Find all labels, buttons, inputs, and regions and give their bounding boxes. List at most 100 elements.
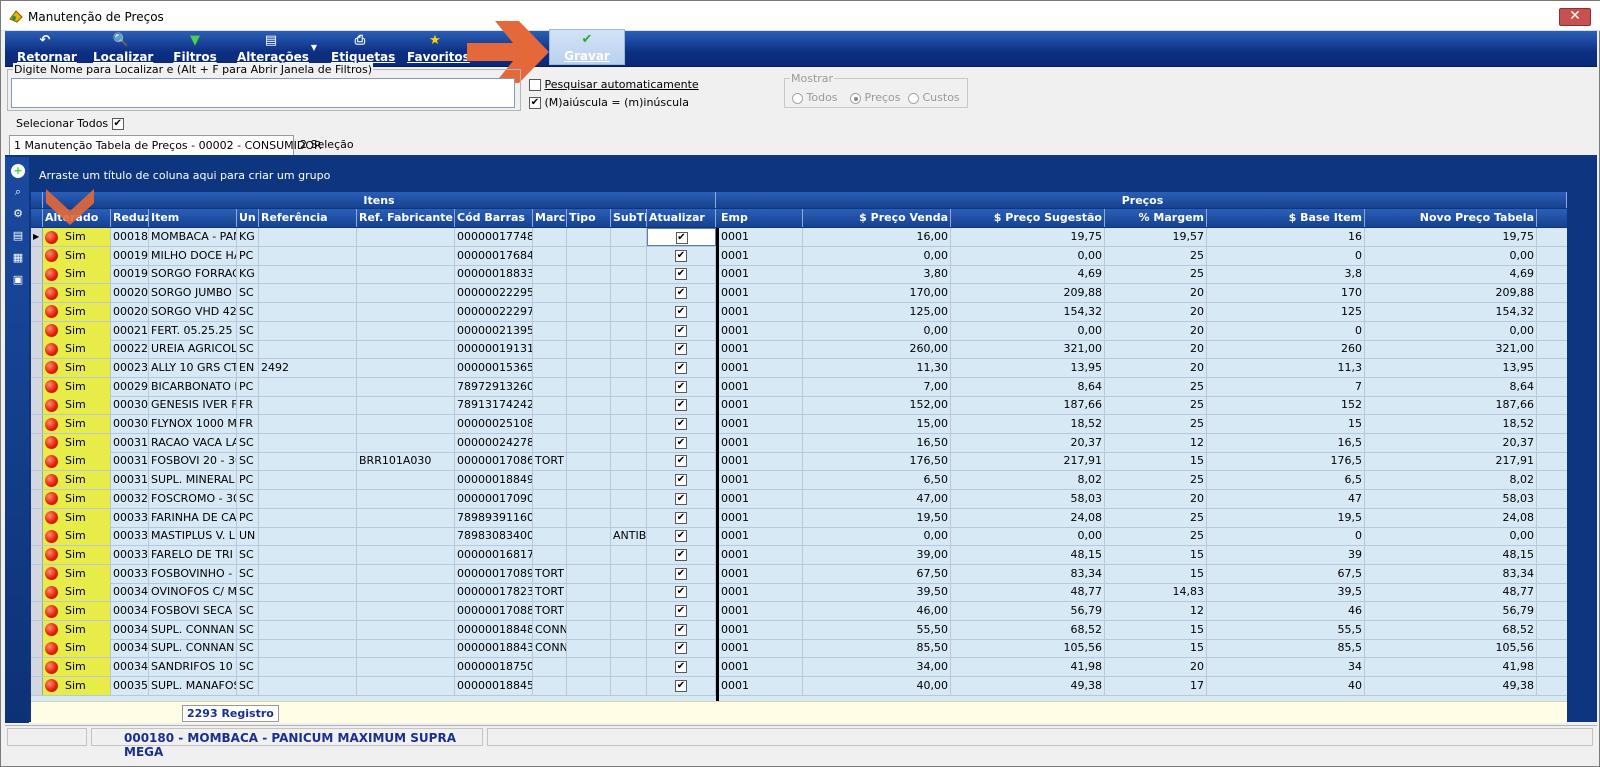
table-row[interactable]: Sim000324FOSCROMO - 30SC0000001709000014…: [31, 489, 1567, 509]
group-panel[interactable]: Arraste um título de coluna aqui para cr…: [31, 158, 1597, 191]
table-row[interactable]: Sim000312RACAO VACA LASC0000002427800011…: [31, 433, 1567, 453]
atualizar-checkbox[interactable]: ✔: [675, 324, 687, 337]
cell-preco-sugestao[interactable]: 58,03: [951, 489, 1105, 508]
cell-base-item[interactable]: 16: [1207, 228, 1365, 246]
cell-atualizar[interactable]: ✔: [647, 583, 716, 602]
cell-reduz[interactable]: 000211: [111, 321, 149, 340]
cell-tipo[interactable]: [567, 471, 611, 490]
cell-un[interactable]: PC: [237, 246, 259, 265]
cell-preco-venda[interactable]: 15,00: [803, 415, 951, 433]
cell-item[interactable]: RACAO VACA LA: [149, 433, 237, 452]
cell-subtipo[interactable]: [611, 265, 647, 284]
col-preco-sugestao[interactable]: $ Preço Sugestão: [951, 209, 1105, 227]
cell-preco-sugestao[interactable]: 24,08: [951, 508, 1105, 527]
cell-marca[interactable]: [533, 284, 567, 303]
cell-novo-preco[interactable]: 19,75: [1365, 228, 1537, 246]
cell-marca[interactable]: [533, 396, 567, 415]
cell-atualizar[interactable]: ✔: [647, 658, 716, 677]
cell-preco-venda[interactable]: 125,00: [803, 302, 951, 321]
cell-emp[interactable]: 0001: [719, 284, 803, 303]
close-button[interactable]: ✕: [1559, 8, 1591, 26]
cell-ref-fabricante[interactable]: [357, 321, 455, 340]
cell-item[interactable]: FOSCROMO - 30: [149, 489, 237, 508]
cell-cod-barras[interactable]: 00000017086: [455, 452, 533, 471]
cell-un[interactable]: SC: [237, 639, 259, 658]
cell-preco-sugestao[interactable]: 56,79: [951, 602, 1105, 620]
cell-preco-sugestao[interactable]: 18,52: [951, 415, 1105, 433]
cell-margem[interactable]: 15: [1105, 564, 1207, 583]
row-indicator[interactable]: [31, 265, 43, 284]
cell-alterado[interactable]: Sim: [43, 564, 111, 583]
table-row[interactable]: Sim 000340OVINOFOS C/ MISC 00000017823TORT…: [31, 583, 1567, 603]
cell-marca[interactable]: TORT: [533, 564, 567, 583]
table-row[interactable]: Sim000201SORGO VHD 422SC0000002229700011…: [31, 302, 1567, 322]
cell-base-item[interactable]: 0: [1207, 527, 1365, 546]
atualizar-checkbox[interactable]: ✔: [675, 511, 687, 524]
cell-cod-barras[interactable]: 00000018843: [455, 639, 533, 658]
atualizar-checkbox[interactable]: ✔: [675, 586, 687, 599]
cell-reduz[interactable]: 000227: [111, 340, 149, 359]
cell-ref-fabricante[interactable]: [357, 396, 455, 415]
cell-preco-venda[interactable]: 67,50: [803, 564, 951, 583]
cell-referencia[interactable]: [259, 433, 357, 452]
cell-margem[interactable]: 25: [1105, 246, 1207, 265]
cell-margem[interactable]: 25: [1105, 377, 1207, 396]
cell-tipo[interactable]: [567, 489, 611, 508]
cell-margem[interactable]: 17: [1105, 676, 1207, 695]
cell-item[interactable]: SANDRIFOS 10 K: [149, 658, 237, 677]
cell-margem[interactable]: 20: [1105, 302, 1207, 321]
cell-margem[interactable]: 20: [1105, 358, 1207, 377]
case-option[interactable]: ✔ (M)aiúscula = (m)inúscula: [529, 96, 689, 109]
cell-tipo[interactable]: [567, 265, 611, 284]
atualizar-checkbox[interactable]: ✔: [675, 361, 687, 374]
filtros-button[interactable]: ▼ Filtros: [173, 31, 217, 67]
cell-emp[interactable]: 0001: [719, 246, 803, 265]
cell-un[interactable]: FR: [237, 396, 259, 415]
cell-cod-barras[interactable]: 78972913260: [455, 377, 533, 396]
cell-referencia[interactable]: [259, 284, 357, 303]
cell-preco-sugestao[interactable]: 13,95: [951, 358, 1105, 377]
cell-alterado[interactable]: Sim: [43, 302, 111, 321]
cell-alterado[interactable]: Sim: [43, 415, 111, 433]
cell-preco-sugestao[interactable]: 187,66: [951, 396, 1105, 415]
cell-emp[interactable]: 0001: [719, 489, 803, 508]
cell-ref-fabricante[interactable]: [357, 564, 455, 583]
tab-selecao[interactable]: 2 Seleção: [296, 135, 358, 155]
row-indicator[interactable]: [31, 471, 43, 490]
gear-icon[interactable]: ⚙: [11, 207, 25, 221]
gravar-button[interactable]: ✔ Gravar: [549, 29, 625, 65]
cell-marca[interactable]: [533, 676, 567, 695]
cell-atualizar[interactable]: ✔: [647, 489, 716, 508]
cell-novo-preco[interactable]: 105,56: [1365, 639, 1537, 658]
cell-margem[interactable]: 19,57: [1105, 228, 1207, 246]
cell-marca[interactable]: [533, 340, 567, 359]
cell-preco-venda[interactable]: 7,00: [803, 377, 951, 396]
cell-preco-venda[interactable]: 0,00: [803, 246, 951, 265]
cell-item[interactable]: MOMBACA - PAN: [149, 228, 237, 246]
cell-referencia[interactable]: [259, 246, 357, 265]
cell-ref-fabricante[interactable]: [357, 471, 455, 490]
cell-preco-sugestao[interactable]: 217,91: [951, 452, 1105, 471]
cell-emp[interactable]: 0001: [719, 358, 803, 377]
cell-atualizar[interactable]: ✔: [647, 377, 716, 396]
atualizar-checkbox[interactable]: ✔: [675, 661, 687, 674]
cell-tipo[interactable]: [567, 564, 611, 583]
cell-reduz[interactable]: 000201: [111, 302, 149, 321]
atualizar-checkbox[interactable]: ✔: [675, 399, 687, 412]
cell-preco-venda[interactable]: 19,50: [803, 508, 951, 527]
cell-base-item[interactable]: 55,5: [1207, 620, 1365, 639]
cell-emp[interactable]: 0001: [719, 377, 803, 396]
cell-un[interactable]: SC: [237, 583, 259, 602]
cell-referencia[interactable]: [259, 265, 357, 284]
col-un[interactable]: Un: [237, 209, 259, 227]
cell-alterado[interactable]: Sim: [43, 658, 111, 677]
cell-ref-fabricante[interactable]: [357, 583, 455, 602]
cell-margem[interactable]: 15: [1105, 545, 1207, 564]
cell-marca[interactable]: [533, 489, 567, 508]
table-row[interactable]: Sim000190MILHO DOCE HAPC0000001768400010…: [31, 246, 1567, 266]
cell-margem[interactable]: 20: [1105, 658, 1207, 677]
cell-novo-preco[interactable]: 0,00: [1365, 246, 1537, 265]
cell-cod-barras[interactable]: 78989391160: [455, 508, 533, 527]
cell-novo-preco[interactable]: 187,66: [1365, 396, 1537, 415]
col-cod-barras[interactable]: Cód Barras: [455, 209, 533, 227]
